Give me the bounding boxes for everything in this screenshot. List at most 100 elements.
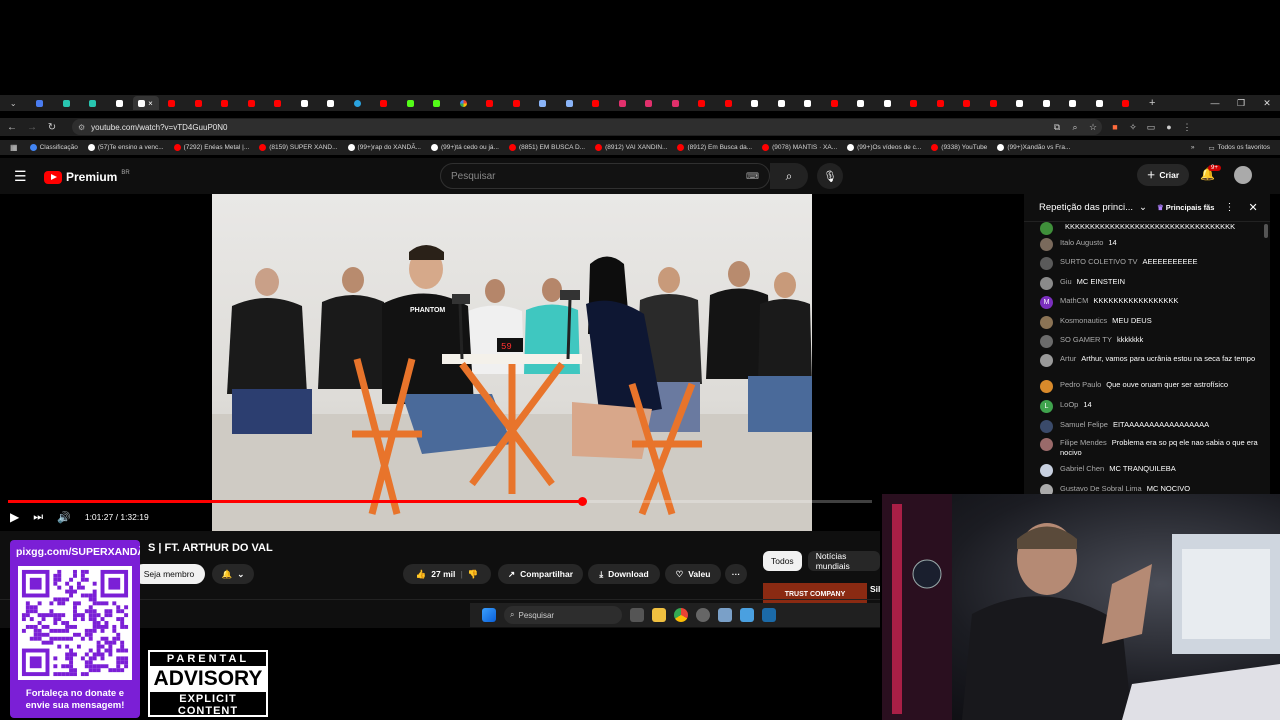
- browser-tab[interactable]: [715, 96, 742, 110]
- chat-message[interactable]: Pedro Paulo Que ouve oruam quer ser astro…: [1040, 380, 1262, 393]
- chat-avatar[interactable]: [1040, 380, 1053, 393]
- bookmarks-more-button[interactable]: »: [1191, 144, 1195, 151]
- all-favorites-folder[interactable]: ▭ Todos os favoritos: [1208, 144, 1270, 152]
- file-explorer-icon[interactable]: [652, 608, 666, 622]
- browser-tab[interactable]: [212, 96, 239, 110]
- bookmark-item[interactable]: (9338) YouTube: [931, 144, 987, 151]
- browser-tab[interactable]: [609, 96, 636, 110]
- account-avatar[interactable]: [1234, 166, 1252, 184]
- browser-tab[interactable]: [318, 96, 345, 110]
- join-membership-button[interactable]: Seja membro: [133, 564, 205, 584]
- new-tab-button[interactable]: +: [1139, 96, 1166, 110]
- browser-tab[interactable]: [901, 96, 928, 110]
- back-icon[interactable]: ←: [2, 122, 22, 133]
- browser-tab[interactable]: [954, 96, 981, 110]
- bookmark-star-icon[interactable]: ☆: [1084, 122, 1102, 133]
- bookmark-item[interactable]: (99+)Xandão vs Fra...: [997, 144, 1070, 151]
- chip-noticias-mundiais[interactable]: Notícias mundiais: [807, 551, 880, 571]
- browser-tab[interactable]: [980, 96, 1007, 110]
- progress-scrubber-handle[interactable]: [577, 497, 587, 506]
- browser-tab[interactable]: [742, 96, 769, 110]
- browser-tab[interactable]: [344, 96, 371, 110]
- chat-author[interactable]: Gabriel Chen: [1060, 464, 1104, 473]
- thumbs-down-icon[interactable]: 👎: [468, 569, 479, 580]
- bookmark-item[interactable]: (99+)tá cedo ou já...: [430, 144, 499, 151]
- browser-tab[interactable]: [371, 96, 398, 110]
- more-actions-button[interactable]: ···: [725, 564, 747, 584]
- browser-tab[interactable]: [80, 96, 107, 110]
- chat-message[interactable]: SURTO COLETIVO TV AEEEEEEEEEE: [1040, 257, 1262, 270]
- tab-close-icon[interactable]: ×: [148, 99, 153, 108]
- chat-message[interactable]: Artur Arthur, vamos para ucrânia estou na…: [1040, 354, 1262, 367]
- browser-tab[interactable]: [159, 96, 186, 110]
- chat-menu-kebab-icon[interactable]: ⋮: [1224, 202, 1234, 213]
- extension-icon[interactable]: ■: [1106, 122, 1124, 132]
- browser-tab[interactable]: [265, 96, 292, 110]
- close-window-icon[interactable]: ✕: [1254, 98, 1280, 109]
- browser-tab[interactable]: [1033, 96, 1060, 110]
- browser-tab[interactable]: [662, 96, 689, 110]
- hamburger-menu-icon[interactable]: ☰: [14, 168, 27, 185]
- close-chat-icon[interactable]: ✕: [1248, 201, 1257, 214]
- chat-author[interactable]: Samuel Felipe: [1060, 420, 1108, 429]
- browser-tab[interactable]: [556, 96, 583, 110]
- play-icon[interactable]: ▶: [10, 510, 19, 524]
- browser-tab[interactable]: [1086, 96, 1113, 110]
- browser-tab[interactable]: [689, 96, 716, 110]
- bookmark-item[interactable]: (8912) VAI XANDIN...: [595, 144, 667, 151]
- chat-message[interactable]: SO GAMER TY kkkkkkk: [1040, 335, 1262, 348]
- chat-avatar[interactable]: [1040, 222, 1053, 235]
- sidebar-icon[interactable]: ▭: [1142, 122, 1160, 133]
- bookmark-item[interactable]: Classificação: [29, 144, 78, 151]
- browser-tab[interactable]: [530, 96, 557, 110]
- profile-avatar-icon[interactable]: ●: [1160, 122, 1178, 132]
- bookmark-item[interactable]: (9078) MANTIS · XA...: [762, 144, 837, 151]
- chat-message[interactable]: Samuel Felipe EITAAAAAAAAAAAAAAAAA: [1040, 420, 1262, 433]
- chat-message[interactable]: Gabriel Chen MC TRANQUILEBA: [1040, 464, 1262, 477]
- chat-avatar[interactable]: [1040, 354, 1053, 367]
- volume-icon[interactable]: 🔊: [57, 511, 71, 524]
- chat-message[interactable]: Italo Augusto 14: [1040, 238, 1262, 251]
- recommendation-thumbnail[interactable]: TRUST COMPANY: [763, 583, 867, 605]
- chat-author[interactable]: Kosmonautics: [1060, 316, 1107, 325]
- steam-icon[interactable]: [762, 608, 776, 622]
- chat-author[interactable]: LoOp: [1060, 400, 1078, 409]
- chat-message[interactable]: L LoOp 14: [1040, 400, 1262, 413]
- chat-message[interactable]: Filipe Mendes Problema era so pq ele nao …: [1040, 438, 1262, 458]
- browser-tab[interactable]: [450, 96, 477, 110]
- next-icon[interactable]: ⏭: [33, 511, 43, 524]
- minimize-icon[interactable]: —: [1202, 98, 1228, 108]
- browser-tab[interactable]: [477, 96, 504, 110]
- chat-message[interactable]: KKKKKKKKKKKKKKKKKKKKKKKKKKKKKKKKKK: [1040, 222, 1262, 235]
- download-button[interactable]: ⤓ Download: [588, 564, 660, 584]
- video-progress-bar[interactable]: [8, 497, 872, 506]
- task-view-icon[interactable]: [630, 608, 644, 622]
- browser-tab[interactable]: [238, 96, 265, 110]
- chat-scrollbar[interactable]: [1264, 224, 1268, 238]
- chat-avatar[interactable]: [1040, 438, 1053, 451]
- bookmark-item[interactable]: (7292) Enéas Metal |...: [173, 144, 249, 151]
- browser-tab[interactable]: [53, 96, 80, 110]
- chat-author[interactable]: Filipe Mendes: [1060, 438, 1107, 447]
- chat-author[interactable]: Giu: [1060, 277, 1072, 286]
- chat-avatar[interactable]: [1040, 420, 1053, 433]
- voice-search-button[interactable]: 🎙: [817, 163, 843, 189]
- youtube-logo[interactable]: Premium BR: [44, 170, 130, 184]
- zoom-icon[interactable]: ⌕: [1066, 122, 1084, 133]
- chat-avatar[interactable]: M: [1040, 296, 1053, 309]
- bookmark-item[interactable]: (8851) EM BUSCA D...: [508, 144, 585, 151]
- restore-icon[interactable]: ❐: [1228, 98, 1254, 109]
- chat-avatar[interactable]: L: [1040, 400, 1053, 413]
- chip-todos[interactable]: Todos: [763, 551, 802, 571]
- browser-tab[interactable]: [636, 96, 663, 110]
- apps-grid-icon[interactable]: ▦: [10, 143, 18, 152]
- thanks-button[interactable]: ♡ Valeu: [665, 564, 721, 584]
- app-icon[interactable]: [740, 608, 754, 622]
- browser-tab[interactable]: [503, 96, 530, 110]
- taskbar-search-input[interactable]: ⌕ Pesquisar: [504, 606, 622, 624]
- install-app-icon[interactable]: ⧉: [1048, 122, 1066, 133]
- chat-author[interactable]: SO GAMER TY: [1060, 335, 1112, 344]
- chrome-icon[interactable]: [674, 608, 688, 622]
- chat-avatar[interactable]: [1040, 335, 1053, 348]
- bookmark-item[interactable]: (57)Te ensino a venc...: [87, 144, 164, 151]
